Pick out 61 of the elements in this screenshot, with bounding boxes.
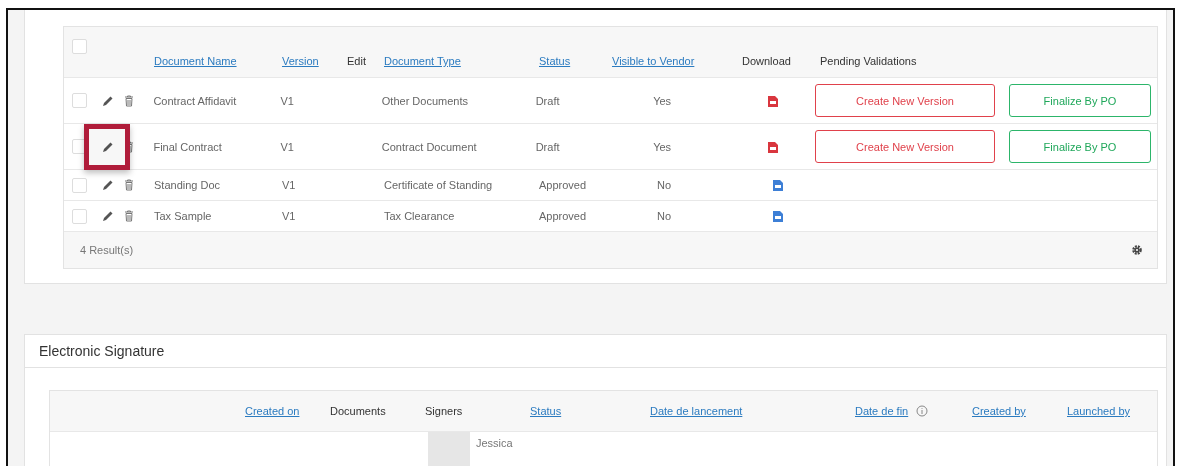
file-download-icon[interactable] (772, 178, 784, 192)
create-version-button[interactable]: Create New Version (815, 130, 995, 163)
file-download-icon[interactable] (772, 209, 784, 223)
column-header-link[interactable]: Date de fin (855, 405, 909, 417)
pencil-icon[interactable] (101, 140, 114, 153)
trash-icon[interactable] (124, 210, 134, 222)
visible-text: No (657, 210, 672, 222)
column-header-link[interactable]: Document Name (154, 55, 237, 67)
status-text: Approved (539, 179, 587, 191)
document-type: Contract Document (381, 140, 477, 153)
status-text: Draft (535, 140, 560, 153)
row-checkbox[interactable] (72, 139, 87, 154)
visible-text: Yes (653, 140, 672, 153)
signer-name: Jessica (476, 437, 513, 449)
status-text: Draft (535, 94, 560, 107)
document-type: Certificate of Standing (384, 179, 493, 191)
document-name: Tax Sample (154, 210, 212, 222)
version-text: V1 (280, 94, 294, 107)
trash-icon[interactable] (124, 179, 134, 191)
document-type: Tax Clearance (384, 210, 455, 222)
results-count: 4 Result(s) (80, 244, 134, 256)
visible-text: No (657, 179, 672, 191)
version-text: V1 (282, 179, 296, 191)
settings-icon[interactable] (1131, 244, 1143, 256)
column-header-link[interactable]: Status (539, 55, 571, 67)
version-text: V1 (280, 140, 294, 153)
row-checkbox[interactable] (72, 208, 87, 224)
column-header-link[interactable]: Document Type (384, 55, 461, 67)
document-name: Final Contract (153, 140, 222, 153)
status-text: Approved (539, 210, 587, 222)
column-header: Pending Validations (820, 55, 917, 67)
file-download-icon[interactable] (767, 139, 780, 154)
version-text: V1 (282, 210, 296, 222)
pencil-icon[interactable] (101, 94, 114, 107)
row-checkbox[interactable] (72, 93, 87, 108)
column-header-link[interactable]: Created by (972, 405, 1026, 417)
column-header: Signers (425, 405, 463, 417)
select-all-checkbox[interactable] (72, 39, 87, 54)
column-header: Documents (330, 405, 386, 417)
file-download-icon[interactable] (767, 93, 780, 108)
column-header-link[interactable]: Launched by (1067, 405, 1130, 417)
column-header-link[interactable]: Created on (245, 405, 300, 417)
row-checkbox[interactable] (72, 177, 87, 193)
column-header-link[interactable]: Date de lancement (650, 405, 743, 417)
info-icon[interactable] (916, 405, 929, 417)
visible-text: Yes (653, 94, 672, 107)
column-header-link[interactable]: Status (530, 405, 562, 417)
column-header-link[interactable]: Version (282, 55, 319, 67)
document-type: Other Documents (381, 94, 468, 107)
column-header-link[interactable]: Visible to Vendor (612, 55, 695, 67)
section-title: Electronic Signature (25, 335, 1166, 368)
column-header: Edit (347, 55, 366, 67)
pencil-icon[interactable] (102, 179, 114, 191)
finalize-button[interactable]: Finalize By PO (1009, 130, 1151, 163)
pencil-icon[interactable] (102, 210, 114, 222)
document-name: Standing Doc (154, 179, 221, 191)
create-version-button[interactable]: Create New Version (815, 84, 995, 117)
document-name: Contract Affidavit (153, 94, 237, 107)
finalize-button[interactable]: Finalize By PO (1009, 84, 1151, 117)
column-header: Download (742, 55, 791, 67)
trash-icon[interactable] (123, 94, 134, 107)
